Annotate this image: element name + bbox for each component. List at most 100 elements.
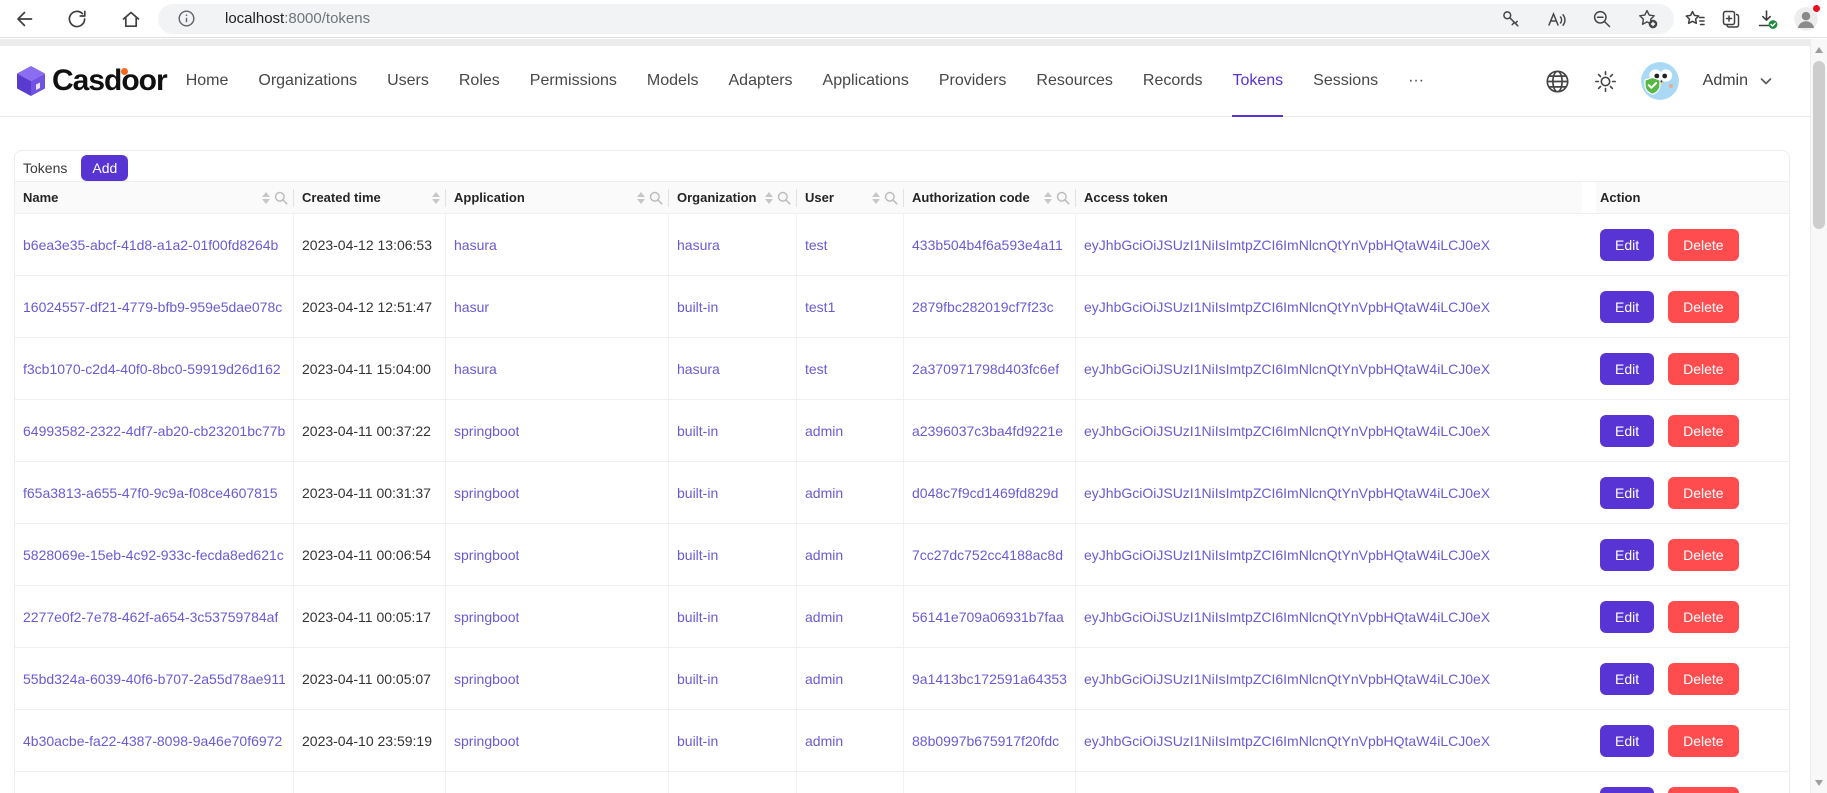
application-link[interactable]: hasur [454,299,489,315]
organization-link[interactable]: hasura [677,361,720,377]
token-name-link[interactable]: 4b30acbe-fa22-4387-8098-9a46e70f6972 [23,733,282,749]
edit-button[interactable]: Edit [1600,787,1654,793]
edit-button[interactable]: Edit [1600,415,1654,447]
authorization-code-link[interactable]: 433b504b4f6a593e4a11 [912,237,1063,253]
delete-button[interactable]: Delete [1668,477,1738,509]
language-globe-icon[interactable] [1545,69,1570,94]
delete-button[interactable]: Delete [1668,415,1738,447]
user-link[interactable]: admin [805,671,843,687]
nav-item-home[interactable]: Home [171,46,244,116]
delete-button[interactable]: Delete [1668,291,1738,323]
sort-icon[interactable] [765,192,773,204]
site-info-icon[interactable] [178,10,195,27]
edit-button[interactable]: Edit [1600,601,1654,633]
organization-link[interactable]: built-in [677,671,718,687]
nav-item-roles[interactable]: Roles [444,46,515,116]
user-link[interactable]: test [805,361,828,377]
application-link[interactable]: hasura [454,237,497,253]
authorization-code-link[interactable]: 88b0997b675917f20fdc [912,733,1059,749]
application-link[interactable]: springboot [454,671,519,687]
column-search-icon[interactable] [777,191,791,205]
column-header-action[interactable]: Action [1592,182,1788,213]
browser-refresh-button[interactable] [60,4,94,34]
organization-link[interactable]: built-in [677,733,718,749]
application-link[interactable]: springboot [454,547,519,563]
application-link[interactable]: springboot [454,733,519,749]
authorization-code-link[interactable]: 7cc27dc752cc4188ac8d [912,547,1063,563]
nav-item-permissions[interactable]: Permissions [515,46,632,116]
casdoor-logo[interactable]: Casdoor [16,64,167,98]
address-bar[interactable]: localhost:8000/tokens [158,4,1674,34]
nav-item-records[interactable]: Records [1128,46,1218,116]
nav-item-organizations[interactable]: Organizations [243,46,372,116]
organization-link[interactable]: hasura [677,237,720,253]
add-button[interactable]: Add [81,155,128,181]
sort-icon[interactable] [262,192,270,204]
sort-icon[interactable] [872,192,880,204]
access-token-link[interactable]: eyJhbGciOiJSUzI1NiIsImtpZCI6ImNlcnQtYnVp… [1084,733,1490,749]
organization-link[interactable]: built-in [677,485,718,501]
edit-button[interactable]: Edit [1600,229,1654,261]
nav-item-tokens[interactable]: Tokens [1217,46,1298,116]
access-token-link[interactable]: eyJhbGciOiJSUzI1NiIsImtpZCI6ImNlcnQtYnVp… [1084,671,1490,687]
authorization-code-link[interactable]: a2396037c3ba4fd9221e [912,423,1063,439]
nav-item-applications[interactable]: Applications [808,46,924,116]
column-header-authorization-code[interactable]: Authorization code [904,182,1076,213]
page-scrollbar[interactable] [1810,39,1827,793]
access-token-link[interactable]: eyJhbGciOiJSUzI1NiIsImtpZCI6ImNlcnQtYnVp… [1084,423,1490,439]
sort-icon[interactable] [432,192,440,204]
delete-button[interactable]: Delete [1668,353,1738,385]
organization-link[interactable]: built-in [677,609,718,625]
delete-button[interactable]: Delete [1668,787,1738,793]
column-header-created-time[interactable]: Created time [294,182,446,213]
token-name-link[interactable]: 2277e0f2-7e78-462f-a654-3c53759784af [23,609,278,625]
nav-item-adapters[interactable]: Adapters [714,46,808,116]
user-link[interactable]: admin [805,547,843,563]
column-header-user[interactable]: User [797,182,904,213]
token-name-link[interactable]: 16024557-df21-4779-bfb9-959e5dae078c [23,299,282,315]
user-link[interactable]: admin [805,423,843,439]
column-header-application[interactable]: Application [446,182,669,213]
scrollbar-thumb[interactable] [1813,61,1825,229]
zoom-out-icon[interactable] [1592,9,1612,29]
column-header-organization[interactable]: Organization [669,182,797,213]
column-header-name[interactable]: Name [15,182,294,213]
edit-button[interactable]: Edit [1600,663,1654,695]
edit-button[interactable]: Edit [1600,725,1654,757]
token-name-link[interactable]: 55bd324a-6039-40f6-b707-2a55d78ae911 [23,671,285,687]
edit-button[interactable]: Edit [1600,291,1654,323]
token-name-link[interactable]: 5828069e-15eb-4c92-933c-fecda8ed621c [23,547,284,563]
application-link[interactable]: springboot [454,423,519,439]
authorization-code-link[interactable]: 56141e709a06931b7faa [912,609,1064,625]
organization-link[interactable]: built-in [677,423,718,439]
delete-button[interactable]: Delete [1668,725,1738,757]
nav-item-users[interactable]: Users [372,46,444,116]
browser-back-button[interactable] [6,4,40,34]
nav-item-sessions[interactable]: Sessions [1298,46,1393,116]
organization-link[interactable]: built-in [677,299,718,315]
browser-profile-button[interactable] [1793,6,1819,32]
authorization-code-link[interactable]: 9a1413bc172591a64353 [912,671,1067,687]
nav-item-providers[interactable]: Providers [924,46,1022,116]
collections-icon[interactable] [1720,8,1742,30]
authorization-code-link[interactable]: 2a370971798d403fc6ef [912,361,1059,377]
browser-home-button[interactable] [114,4,148,34]
delete-button[interactable]: Delete [1668,601,1738,633]
read-aloud-icon[interactable] [1546,9,1567,29]
token-name-link[interactable]: 64993582-2322-4df7-ab20-cb23201bc77b [23,423,285,439]
scrollbar-up-arrow-icon[interactable] [1815,47,1823,53]
account-menu[interactable]: Admin [1703,72,1774,90]
delete-button[interactable]: Delete [1668,539,1738,571]
token-name-link[interactable]: f3cb1070-c2d4-40f0-8bc0-59919d26d162 [23,361,281,377]
delete-button[interactable]: Delete [1668,229,1738,261]
theme-sun-icon[interactable] [1594,70,1617,93]
delete-button[interactable]: Delete [1668,663,1738,695]
nav-item-resources[interactable]: Resources [1021,46,1127,116]
token-name-link[interactable]: f65a3813-a655-47f0-9c9a-f08ce4607815 [23,485,278,501]
authorization-code-link[interactable]: 2879fbc282019cf7f23c [912,299,1054,315]
nav-item-models[interactable]: Models [632,46,714,116]
user-link[interactable]: admin [805,485,843,501]
edit-button[interactable]: Edit [1600,539,1654,571]
sort-icon[interactable] [637,192,645,204]
column-search-icon[interactable] [274,191,288,205]
